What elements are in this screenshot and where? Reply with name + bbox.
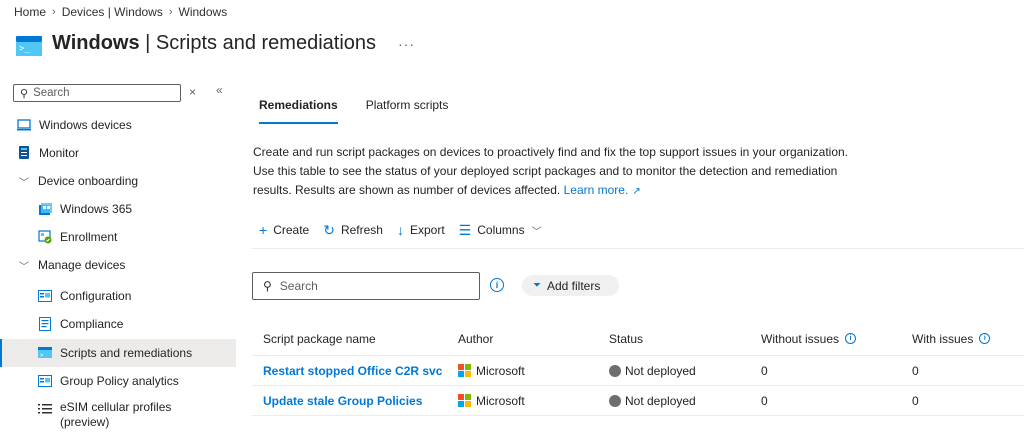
esim-icon: [38, 402, 52, 416]
status-dot-icon: [609, 394, 621, 407]
search-icon: ⚲: [263, 279, 272, 293]
svg-text:>_: >_: [40, 352, 48, 359]
column-header-status[interactable]: Status: [609, 322, 643, 355]
microsoft-logo-icon: [458, 394, 471, 407]
author-cell: Microsoft: [458, 386, 525, 415]
sidebar-item-configuration[interactable]: Configuration: [0, 282, 236, 310]
info-icon[interactable]: i: [979, 333, 991, 344]
script-package-link[interactable]: Restart stopped Office C2R svc: [263, 356, 442, 385]
with-issues-cell: 0: [912, 363, 919, 378]
group-policy-icon: [38, 374, 52, 388]
info-icon[interactable]: i: [490, 278, 504, 292]
tab-bar: Remediations Platform scripts: [259, 92, 476, 124]
sidebar-item-windows-devices[interactable]: Windows devices: [0, 111, 236, 139]
page-header: >_ Windows | Scripts and remediations ··…: [16, 28, 415, 58]
sidebar-item-windows-365[interactable]: Windows 365: [0, 195, 236, 223]
column-header-without-issues[interactable]: Without issues i: [761, 322, 857, 355]
status-dot-icon: [609, 364, 621, 377]
sidebar-group-manage-devices[interactable]: ﹀ Manage devices: [0, 251, 236, 279]
column-header-author[interactable]: Author: [458, 322, 493, 355]
columns-icon: ☰: [458, 221, 472, 238]
scripts-icon: >_: [38, 346, 52, 360]
table-header-row: Script package name Author Status Withou…: [252, 322, 1024, 356]
sidebar-item-enrollment[interactable]: Enrollment: [0, 223, 236, 251]
with-issues-cell: 0: [912, 393, 919, 408]
column-header-name[interactable]: Script package name: [263, 322, 376, 355]
more-options-button[interactable]: ···: [398, 36, 415, 52]
sidebar-group-device-onboarding[interactable]: ﹀ Device onboarding: [0, 167, 236, 195]
download-icon: ↓: [396, 222, 404, 238]
sidebar-item-scripts-and-remediations[interactable]: >_ Scripts and remediations: [0, 339, 236, 367]
add-filters-button[interactable]: ⏷ Add filters: [522, 275, 619, 296]
chevron-down-icon: ﹀: [19, 261, 29, 273]
sidebar-item-esim-cellular-profiles[interactable]: eSIM cellular profiles (preview): [0, 395, 236, 431]
collapse-sidebar-icon[interactable]: «: [216, 83, 223, 97]
enrollment-icon: [38, 230, 52, 244]
learn-more-link[interactable]: Learn more.: [564, 183, 629, 197]
refresh-button[interactable]: ↻ Refresh: [323, 222, 383, 239]
windows365-icon: [38, 202, 52, 216]
breadcrumb: Home › Devices | Windows › Windows: [14, 4, 227, 20]
tab-remediations[interactable]: Remediations: [259, 92, 338, 124]
tab-platform-scripts[interactable]: Platform scripts: [366, 92, 449, 124]
status-cell: Not deployed: [609, 386, 696, 415]
create-button[interactable]: + Create: [259, 222, 309, 238]
breadcrumb-windows[interactable]: Windows: [179, 5, 228, 19]
breadcrumb-devices-windows[interactable]: Devices | Windows: [62, 5, 163, 19]
search-input[interactable]: ⚲ Search: [252, 272, 480, 300]
breadcrumb-home[interactable]: Home: [14, 5, 46, 19]
without-issues-cell: 0: [761, 393, 768, 408]
sidebar-search-input[interactable]: ⚲ Search: [13, 84, 181, 102]
sidebar: ⚲ Search × « Windows devices Monitor ﹀ D…: [0, 78, 236, 436]
close-icon[interactable]: ×: [189, 85, 196, 99]
sidebar-item-compliance[interactable]: Compliance: [0, 310, 236, 338]
monitor-icon: [17, 146, 31, 160]
author-cell: Microsoft: [458, 356, 525, 385]
column-header-with-issues[interactable]: With issues i: [912, 322, 991, 355]
laptop-icon: [17, 118, 31, 132]
export-button[interactable]: ↓ Export: [397, 222, 445, 238]
table-row: Update stale Group Policies Microsoft No…: [252, 386, 1024, 416]
filter-icon: ⏷: [533, 280, 541, 291]
scripts-terminal-icon: >_: [16, 36, 42, 56]
sidebar-item-group-policy-analytics[interactable]: Group Policy analytics: [0, 367, 236, 395]
plus-icon: +: [259, 222, 268, 238]
configuration-icon: [38, 289, 52, 303]
refresh-icon: ↻: [323, 221, 335, 238]
toolbar-divider: [252, 248, 1024, 249]
chevron-down-icon: ﹀: [531, 226, 542, 238]
sidebar-item-monitor[interactable]: Monitor: [0, 139, 236, 167]
microsoft-logo-icon: [458, 364, 471, 377]
chevron-down-icon: ﹀: [19, 177, 29, 189]
command-bar: + Create ↻ Refresh ↓ Export ☰ Columns ﹀: [259, 218, 556, 242]
search-icon: ⚲: [20, 87, 29, 100]
script-package-link[interactable]: Update stale Group Policies: [263, 386, 422, 415]
status-cell: Not deployed: [609, 356, 696, 385]
chevron-right-icon: ›: [168, 6, 173, 18]
script-packages-table: Script package name Author Status Withou…: [252, 322, 1024, 416]
info-icon[interactable]: i: [845, 333, 857, 344]
page-description: Create and run script packages on device…: [253, 145, 849, 197]
page-title: Windows | Scripts and remediations: [52, 31, 377, 54]
compliance-icon: [38, 317, 52, 331]
chevron-right-icon: ›: [52, 6, 56, 18]
columns-button[interactable]: ☰ Columns ﹀: [459, 222, 542, 239]
without-issues-cell: 0: [761, 363, 768, 378]
external-link-icon: ↗: [632, 186, 641, 197]
table-row: Restart stopped Office C2R svc Microsoft…: [252, 356, 1024, 386]
